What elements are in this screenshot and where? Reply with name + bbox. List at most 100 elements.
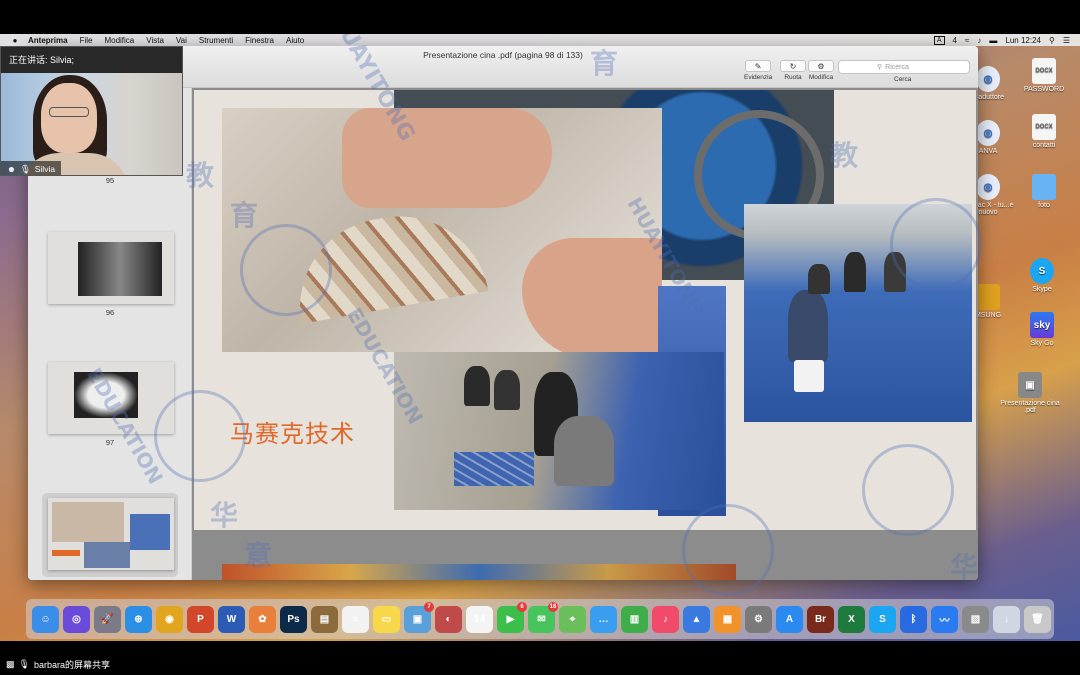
- participant-video-tile[interactable]: 正在讲话: Silvia; ☻ 🎙 Silvia: [0, 46, 183, 176]
- dock-system-preferences-icon[interactable]: ⚙: [745, 605, 772, 633]
- dock-bluetooth-icon[interactable]: ᛒ: [900, 605, 927, 633]
- dock-numbers-icon[interactable]: ▥: [621, 605, 648, 633]
- menu-file[interactable]: File: [80, 36, 93, 45]
- dock-icon-glyph: W: [226, 613, 237, 625]
- dock-calendar-icon[interactable]: 14: [466, 605, 493, 633]
- search-placeholder: Ricerca: [885, 63, 909, 71]
- dock-keynote-icon[interactable]: ▲: [683, 605, 710, 633]
- control-center-icon[interactable]: ☰: [1063, 36, 1070, 45]
- dock-icon-glyph: P: [197, 613, 204, 625]
- edit-tool[interactable]: ⚙ Modifica: [808, 60, 834, 81]
- webloc-icon: ◎: [976, 174, 1000, 200]
- dock-powerpoint-icon[interactable]: P: [187, 605, 214, 633]
- menu-window[interactable]: Finestra: [245, 36, 274, 45]
- menu-edit[interactable]: Modifica: [104, 36, 134, 45]
- participant-camera-feed: ☻ 🎙 Silvia: [1, 73, 182, 175]
- edit-label: Modifica: [808, 74, 834, 81]
- thumbnail-page-98[interactable]: [48, 498, 174, 570]
- dock-photoshop-icon[interactable]: Ps: [280, 605, 307, 633]
- dock-icon-glyph: X: [848, 613, 855, 625]
- menu-extra-count[interactable]: 4: [953, 36, 957, 45]
- menu-go[interactable]: Vai: [176, 36, 187, 45]
- dock-chrome-icon[interactable]: ◉: [156, 605, 183, 633]
- sky-go-icon: sky: [1030, 312, 1054, 338]
- notification-badge: 7: [424, 601, 434, 612]
- microphone-icon: 🎙: [18, 659, 30, 669]
- highlight-pen-icon[interactable]: ✎: [745, 60, 772, 72]
- spotlight-icon[interactable]: ⚲: [1049, 36, 1055, 45]
- dock-siri-icon[interactable]: ◎: [63, 605, 90, 633]
- menu-help[interactable]: Aiuto: [286, 36, 304, 45]
- dock-chat-icon[interactable]: …: [590, 605, 617, 633]
- dock-photo-booth-icon[interactable]: ◐: [435, 605, 462, 633]
- worker-figure: [788, 290, 828, 362]
- markup-icon[interactable]: ⚙: [808, 60, 834, 72]
- input-source-icon[interactable]: A: [933, 35, 945, 45]
- dock-icon-glyph: ▲: [691, 613, 702, 625]
- dock-icon-glyph: …: [598, 613, 609, 625]
- menu-app-name[interactable]: Anteprima: [28, 36, 68, 45]
- docx-icon: DOCX: [1032, 114, 1056, 140]
- dock-maps-icon[interactable]: ⌖: [559, 605, 586, 633]
- dock-photos-icon[interactable]: ✿: [249, 605, 276, 633]
- dock-excel-icon[interactable]: X: [838, 605, 865, 633]
- desktop-icon-password[interactable]: DOCX PASSWORD: [1014, 58, 1074, 93]
- desktop-icon-presentazione[interactable]: ▣ Presentazione cina .pdf: [1000, 372, 1060, 414]
- apple-menu-icon[interactable]: ●: [8, 36, 22, 45]
- dock-facetime-icon[interactable]: ▶ 6: [497, 601, 527, 633]
- workers-cutting-tiles-photo: [394, 352, 724, 510]
- search-icon: ⚲: [877, 64, 883, 71]
- dock-finder-icon[interactable]: ☺: [32, 605, 59, 633]
- dock-icon-glyph: ◎: [72, 613, 81, 625]
- dock-notes-icon[interactable]: ▭: [373, 605, 400, 633]
- rotate-icon[interactable]: ↻: [780, 60, 806, 72]
- dock-notebook-icon[interactable]: ▤: [311, 605, 338, 633]
- dock-word-icon[interactable]: W: [218, 605, 245, 633]
- dock-launchpad-icon[interactable]: 🚀: [94, 605, 121, 633]
- participant-face: [41, 83, 97, 153]
- dock-downloads-icon[interactable]: ↓: [993, 605, 1020, 633]
- dock-icon-glyph: A: [785, 613, 794, 625]
- dock-icon-glyph: 🚀: [101, 613, 114, 625]
- dock-tencent-meeting-icon[interactable]: 〰: [931, 605, 958, 633]
- menu-view[interactable]: Vista: [146, 36, 164, 45]
- desktop-icon-sky-go[interactable]: sky Sky Go: [1012, 312, 1072, 347]
- dock-bridge-icon[interactable]: Br: [807, 605, 834, 633]
- mac-menu-bar: ● Anteprima File Modifica Vista Vai Stru…: [0, 34, 1080, 46]
- dock-messages-icon[interactable]: ✉ 16: [528, 601, 558, 633]
- clock[interactable]: Lun 12:24: [1005, 36, 1041, 45]
- next-slide-preview: [222, 564, 736, 580]
- dock-safari-icon[interactable]: ⊕: [125, 605, 152, 633]
- dock-skype-icon[interactable]: S: [869, 605, 896, 633]
- worker-figure: [808, 264, 830, 294]
- battery-icon[interactable]: ▬: [989, 36, 997, 45]
- mosaic-tiles-shape: [285, 202, 489, 324]
- person-icon: ☻: [7, 164, 16, 174]
- search-input[interactable]: ⚲ Ricerca: [838, 60, 970, 74]
- menu-tools[interactable]: Strumenti: [199, 36, 233, 45]
- dock-trash-icon[interactable]: 🗑: [1024, 605, 1051, 633]
- dock-icon-glyph: Br: [814, 613, 827, 625]
- dock-preview-icon[interactable]: ▣ 7: [404, 601, 434, 633]
- dock-icon-glyph: ⚙: [754, 613, 763, 625]
- desktop-icon-contatti[interactable]: DOCX contatti: [1014, 114, 1074, 149]
- screen-share-label: barbara的屏幕共享: [33, 660, 110, 670]
- dock-app-store-icon[interactable]: A: [776, 605, 803, 633]
- dock-music-icon[interactable]: ♪: [652, 605, 679, 633]
- thumbnail-page-97[interactable]: [48, 362, 174, 434]
- document-area[interactable]: 马赛克技术: [192, 88, 978, 580]
- thumbnail-page-96[interactable]: [48, 232, 174, 304]
- participant-name: Silvia: [34, 164, 56, 174]
- rotate-tool[interactable]: ↻ Ruota: [780, 60, 806, 81]
- desktop-icon-foto[interactable]: foto: [1014, 174, 1074, 209]
- dock-image-capture-icon[interactable]: ▧: [962, 605, 989, 633]
- highlight-tool[interactable]: ✎ Evidenzia: [744, 60, 772, 81]
- dock-reminders-icon[interactable]: ≡: [342, 605, 369, 633]
- dock-books-icon[interactable]: ▦: [714, 605, 741, 633]
- wifi-icon[interactable]: ≈: [965, 36, 969, 45]
- dock-icon-glyph: ▣: [412, 613, 423, 625]
- microphone-icon: 🎙: [19, 164, 31, 174]
- desktop-icon-skype[interactable]: S Skype: [1012, 258, 1072, 293]
- volume-icon[interactable]: ♪: [977, 36, 981, 45]
- menu-extras: A 4 ≈ ♪ ▬ Lun 12:24 ⚲ ☰: [933, 35, 1080, 45]
